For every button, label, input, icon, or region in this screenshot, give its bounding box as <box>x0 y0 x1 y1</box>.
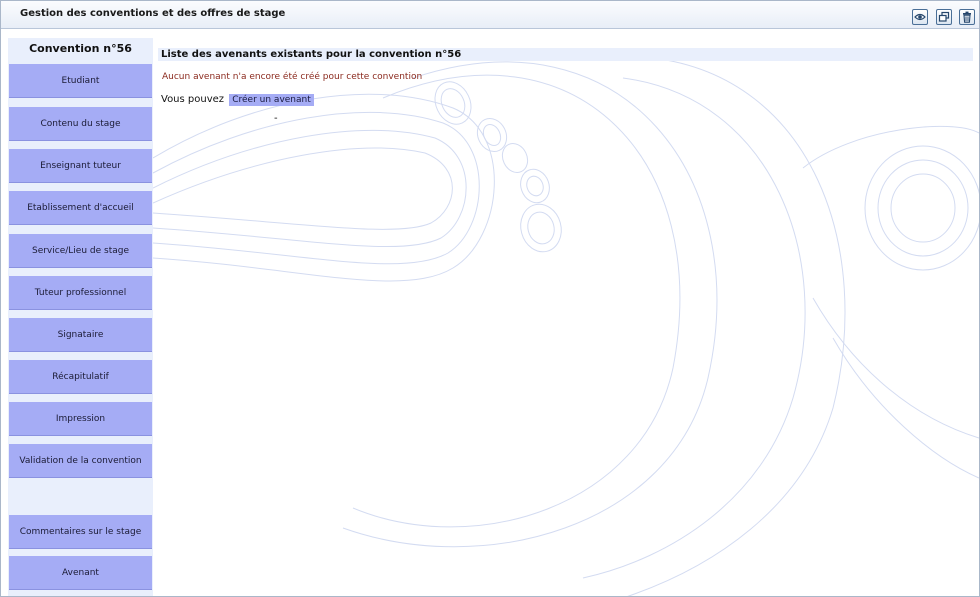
no-amendment-notice: Aucun avenant n'a encore été créé pour c… <box>162 72 423 82</box>
sidebar-item-validation-convention[interactable]: Validation de la convention <box>9 444 152 478</box>
sidebar-item-etudiant[interactable]: Etudiant <box>9 64 152 98</box>
trash-button[interactable] <box>959 9 975 25</box>
create-amendment-line: Vous pouvez Créer un avenant <box>161 94 314 106</box>
page-title: Liste des avenants existants pour la con… <box>158 48 973 61</box>
create-amendment-link[interactable]: Créer un avenant <box>229 94 314 106</box>
main-content: Liste des avenants existants pour la con… <box>153 38 979 596</box>
sidebar-item-recapitulatif[interactable]: Récapitulatif <box>9 360 152 394</box>
restore-window-icon <box>938 11 950 22</box>
sidebar-item-signataire[interactable]: Signataire <box>9 318 152 352</box>
separator-dash: - <box>274 113 278 124</box>
window-titlebar: Gestion des conventions et des offres de… <box>1 1 979 29</box>
convention-number-title: Convention n°56 <box>29 42 132 55</box>
sidebar-item-service-lieu-de-stage[interactable]: Service/Lieu de stage <box>9 234 152 268</box>
window-title: Gestion des conventions et des offres de… <box>20 8 286 19</box>
sidebar-item-tuteur-professionnel[interactable]: Tuteur professionnel <box>9 276 152 310</box>
sidebar-item-enseignant-tuteur[interactable]: Enseignant tuteur <box>9 149 152 183</box>
app-window: Gestion des conventions et des offres de… <box>0 0 980 597</box>
restore-window-button[interactable] <box>936 9 952 25</box>
sidebar-item-contenu-du-stage[interactable]: Contenu du stage <box>9 107 152 141</box>
trash-icon <box>963 11 971 23</box>
sidebar-item-avenant[interactable]: Avenant <box>9 556 152 590</box>
sidebar-item-commentaires-stage[interactable]: Commentaires sur le stage <box>9 515 152 549</box>
convention-sidebar: Convention n°56 Etudiant Contenu du stag… <box>8 38 153 596</box>
sidebar-item-impression[interactable]: Impression <box>9 402 152 436</box>
eye-icon <box>914 13 926 21</box>
sidebar-item-etablissement-accueil[interactable]: Etablissement d'accueil <box>9 191 152 225</box>
create-prefix-text: Vous pouvez <box>161 94 225 105</box>
view-button[interactable] <box>912 9 928 25</box>
